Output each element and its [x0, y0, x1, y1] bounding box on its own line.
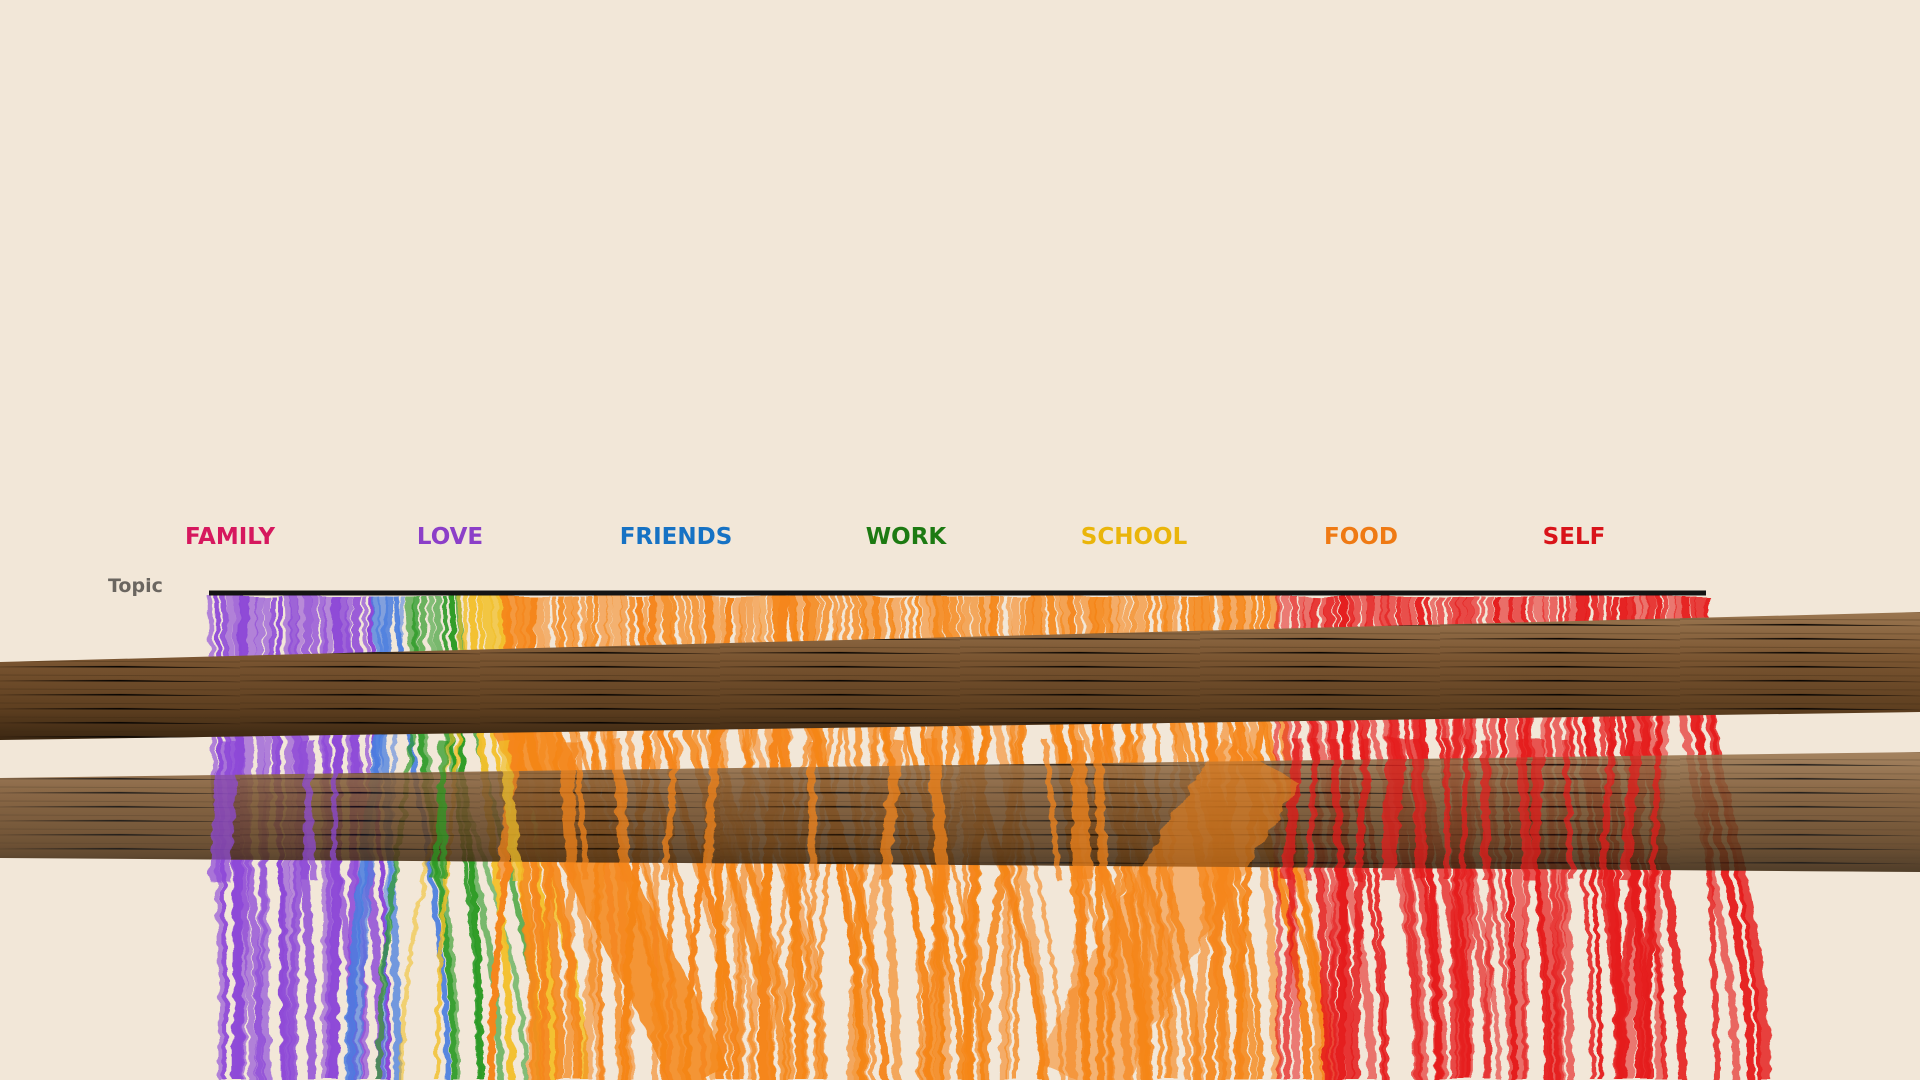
noodle-strand [1409, 739, 1429, 881]
noodle-strand [1380, 739, 1399, 881]
noodle-strand [1480, 739, 1491, 881]
noodle-strand [807, 739, 817, 881]
noodle-visualization [0, 590, 1920, 1080]
noodle-strand [1516, 739, 1533, 881]
noodle-strand [330, 739, 339, 881]
noodle-strand [1092, 739, 1109, 881]
